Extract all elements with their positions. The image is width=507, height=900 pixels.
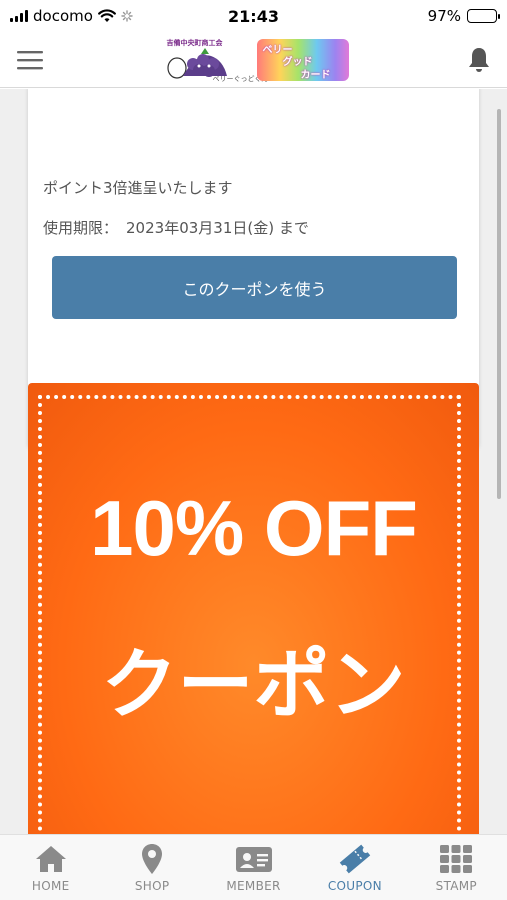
battery-percent: 97%: [427, 7, 461, 25]
coupon-dotted-border: [38, 395, 461, 834]
bell-icon[interactable]: [467, 46, 491, 74]
tab-shop[interactable]: SHOP: [101, 835, 202, 900]
coupon-description: ポイント3倍進呈いたします: [43, 179, 233, 197]
expiry-label: 使用期限：: [43, 219, 119, 237]
app-logo: 吉備中央町商工会 ベリーぐっどくん ベリー グッド カード: [163, 35, 349, 85]
logo-mascot-area: 吉備中央町商工会 ベリーぐっどくん: [163, 36, 269, 84]
status-bar: docomo 21:43 97%: [0, 0, 507, 32]
wifi-icon: [98, 9, 116, 22]
tab-shop-label: SHOP: [134, 879, 170, 893]
use-coupon-button[interactable]: このクーポンを使う: [52, 256, 457, 319]
signal-icon: [10, 10, 28, 22]
home-icon: [35, 846, 66, 872]
tab-home[interactable]: HOME: [0, 835, 101, 900]
tab-coupon[interactable]: COUPON: [304, 835, 405, 900]
scrollbar[interactable]: [497, 109, 501, 499]
coupon-expiry: 使用期限： 2023年03月31日(金) まで: [43, 217, 309, 238]
app-header: 吉備中央町商工会 ベリーぐっどくん ベリー グッド カード: [0, 32, 507, 88]
tab-stamp[interactable]: STAMP: [406, 835, 507, 900]
coupon-image[interactable]: 10% OFF クーポン: [28, 383, 479, 834]
carrier-label: docomo: [33, 7, 93, 25]
tab-stamp-label: STAMP: [435, 879, 477, 893]
bottom-tab-bar: HOME SHOP MEMBER COUPON STAMP: [0, 834, 507, 900]
member-card-icon: [235, 847, 272, 872]
tab-member-label: MEMBER: [226, 879, 281, 893]
hamburger-menu-icon[interactable]: [16, 49, 44, 71]
tab-member[interactable]: MEMBER: [203, 835, 304, 900]
expiry-value: 2023年03月31日(金) まで: [126, 219, 309, 237]
logo-card-graphic: ベリー グッド カード: [256, 38, 349, 81]
battery-icon: [467, 9, 500, 23]
map-pin-icon: [142, 844, 163, 874]
activity-spinner-icon: [121, 10, 133, 22]
grid-icon: [440, 845, 473, 873]
ticket-icon: [339, 844, 371, 874]
coupon-image-subline: クーポン: [101, 643, 406, 728]
tab-home-label: HOME: [31, 879, 70, 893]
app-screen: docomo 21:43 97% 吉備中央町商工会 ベリーぐっどくん ベリー グ…: [0, 0, 507, 900]
status-right: 97%: [317, 7, 500, 25]
coupon-list[interactable]: ポイント3倍進呈いたします 使用期限： 2023年03月31日(金) まで このク…: [0, 89, 507, 834]
status-left: docomo: [10, 7, 190, 25]
coupon-image-headline: 10% OFF: [90, 484, 418, 572]
status-time: 21:43: [228, 6, 279, 26]
logo-card-text-3: カード: [300, 69, 331, 81]
tab-coupon-label: COUPON: [327, 879, 382, 893]
